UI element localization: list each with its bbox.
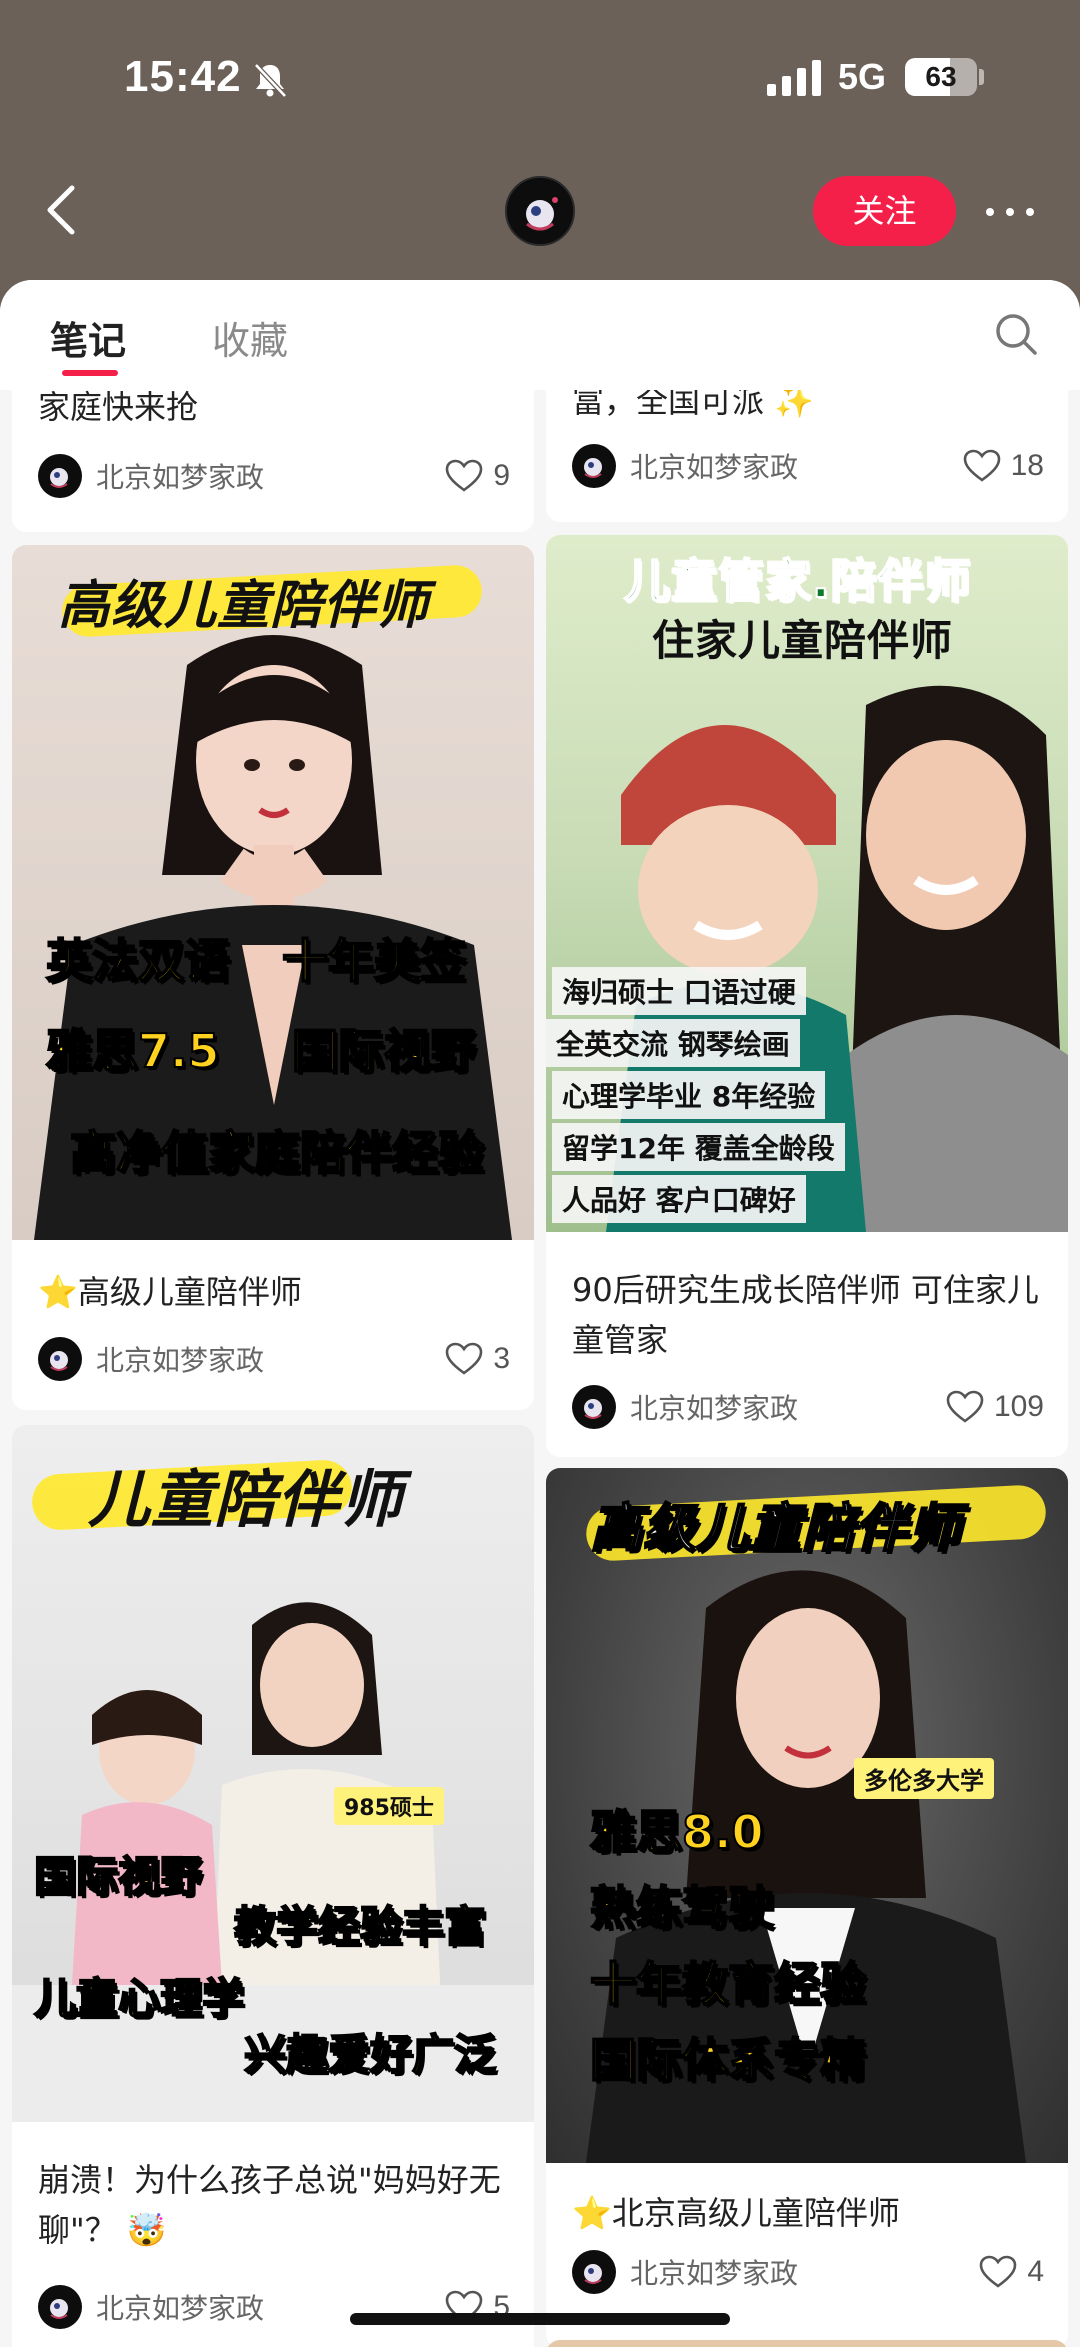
author-name: 北京如梦家政 bbox=[96, 2292, 265, 2325]
heart-icon bbox=[446, 1342, 483, 1375]
like-count: 4 bbox=[1027, 2255, 1044, 2288]
brand-logo-icon bbox=[508, 179, 573, 244]
poster-chip: 海归硕士 口语过硬 bbox=[552, 967, 806, 1015]
network-type: 5G bbox=[838, 56, 887, 97]
poster-chip: 留学12年 覆盖全龄段 bbox=[552, 1123, 845, 1171]
note-cover-image: 高级儿童陪伴师 英法双语 十年美签 雅思7.5 国际视野 高净值家庭陪伴经验 bbox=[12, 545, 534, 1240]
like-group[interactable]: 3 bbox=[445, 1335, 510, 1383]
status-bar: 15:42 5G 63 bbox=[0, 0, 1080, 160]
note-title: ⭐北京高级儿童陪伴师 bbox=[572, 2194, 900, 2232]
heart-icon bbox=[946, 1390, 984, 1423]
poster-headline: 高级儿童陪伴师 bbox=[58, 576, 430, 636]
note-card[interactable]: 富，全国可派 ✨ 北京如梦家政 18 bbox=[546, 390, 1068, 522]
poster-line: 英法双语 bbox=[45, 933, 231, 989]
author-avatar bbox=[572, 444, 616, 488]
note-cover-image: 儿童陪伴师 985硕士 国际视野 教学经验丰富 儿童心理学 兴趣爱好广泛 bbox=[12, 1425, 534, 2122]
like-count: 109 bbox=[993, 1390, 1044, 1423]
poster-line: 教学经验丰富 bbox=[233, 1901, 487, 1952]
battery-icon: 63 bbox=[905, 58, 977, 96]
poster-line: 熟练驾驶 bbox=[589, 1880, 775, 1936]
author-avatar bbox=[572, 1385, 616, 1429]
poster-line: 国际体系专精 bbox=[589, 2032, 867, 2088]
tab-notes[interactable]: 笔记 bbox=[50, 310, 126, 365]
poster-headline: 儿童管家.陪伴师 bbox=[623, 553, 972, 609]
status-time: 15:42 bbox=[124, 52, 242, 101]
note-author[interactable]: 北京如梦家政 bbox=[38, 1335, 264, 1383]
note-title: 家庭快来抢 bbox=[38, 390, 199, 426]
poster-line: 兴趣爱好广泛 bbox=[243, 2029, 497, 2080]
author-name: 北京如梦家政 bbox=[96, 461, 265, 494]
like-count: 18 bbox=[1010, 449, 1044, 482]
signal-icon bbox=[767, 60, 821, 96]
poster-chip: 人品好 客户口碑好 bbox=[552, 1175, 806, 1223]
author-avatar bbox=[38, 454, 82, 498]
note-author[interactable]: 北京如梦家政 bbox=[38, 2283, 264, 2331]
poster-line: 高净值家庭陪伴经验 bbox=[69, 1125, 485, 1181]
like-group[interactable]: 109 bbox=[946, 1383, 1044, 1431]
poster-line: 国际视野 bbox=[33, 1851, 203, 1902]
author-name: 北京如梦家政 bbox=[630, 1392, 799, 1425]
author-name: 北京如梦家政 bbox=[96, 1344, 265, 1377]
author-name: 北京如梦家政 bbox=[630, 451, 799, 484]
like-count: 3 bbox=[493, 1342, 510, 1375]
poster-headline: 儿童陪伴师 bbox=[88, 1463, 404, 1536]
note-card[interactable]: 高级儿童陪伴师 英法双语 十年美签 雅思7.5 国际视野 高净值家庭陪伴经验 ⭐… bbox=[12, 545, 534, 1410]
notes-feed[interactable]: 家庭快来抢 北京如梦家政 9 富，全国可派 ✨ 北京如梦家政 18 高级儿童陪伴… bbox=[0, 390, 1080, 2347]
poster-line: 雅思7.5 bbox=[45, 1023, 220, 1079]
poster-subheadline: 住家儿童陪伴师 bbox=[652, 616, 954, 665]
poster-line: 国际视野 bbox=[291, 1023, 477, 1079]
note-author[interactable]: 北京如梦家政 bbox=[572, 1383, 798, 1431]
content-sheet: 笔记 收藏 家庭快来抢 北京如梦家政 9 富，全国可派 ✨ 北京如梦家政 18 … bbox=[0, 280, 1080, 2347]
author-name: 北京如梦家政 bbox=[630, 2257, 799, 2290]
more-options-icon[interactable] bbox=[980, 200, 1040, 224]
note-cover-image: 儿童管家.陪伴师 住家儿童陪伴师 海归硕士 口语过硬 全英交流 钢琴绘画 心理学… bbox=[546, 535, 1068, 1232]
tab-bar: 笔记 收藏 bbox=[0, 280, 1080, 390]
note-title: 富，全国可派 ✨ bbox=[572, 390, 815, 420]
note-card[interactable]: 家庭快来抢 北京如梦家政 9 bbox=[12, 390, 534, 532]
note-title: ⭐高级儿童陪伴师 bbox=[38, 1273, 302, 1311]
poster-badge: 多伦多大学 bbox=[854, 1758, 994, 1799]
poster-line: 十年教育经验 bbox=[589, 1956, 867, 2012]
note-author[interactable]: 北京如梦家政 bbox=[572, 2248, 798, 2296]
like-group[interactable]: 4 bbox=[979, 2248, 1044, 2296]
home-indicator[interactable] bbox=[350, 2313, 730, 2325]
like-count: 9 bbox=[493, 459, 510, 492]
note-author[interactable]: 北京如梦家政 bbox=[572, 442, 798, 490]
note-card[interactable] bbox=[546, 2340, 1068, 2347]
profile-avatar[interactable] bbox=[505, 176, 575, 246]
note-card[interactable]: 高级儿童陪伴师 多伦多大学 雅思8.0 熟练驾驶 十年教育经验 国际体系专精 ⭐… bbox=[546, 1468, 1068, 2347]
poster-chip: 全英交流 钢琴绘画 bbox=[546, 1019, 800, 1067]
poster-badge: 985硕士 bbox=[334, 1787, 444, 1825]
poster-line: 儿童心理学 bbox=[33, 1973, 245, 2024]
follow-button[interactable]: 关注 bbox=[813, 176, 956, 246]
author-avatar bbox=[38, 2285, 82, 2329]
poster-headline: 高级儿童陪伴师 bbox=[589, 1498, 962, 1560]
note-card[interactable]: 儿童管家.陪伴师 住家儿童陪伴师 海归硕士 口语过硬 全英交流 钢琴绘画 心理学… bbox=[546, 535, 1068, 1457]
back-arrow-icon[interactable] bbox=[38, 180, 88, 240]
tab-collections[interactable]: 收藏 bbox=[212, 310, 288, 365]
poster-line: 十年美签 bbox=[281, 933, 467, 989]
note-title: 崩溃！为什么孩子总说"妈妈好无聊"？ 🤯 bbox=[38, 2161, 501, 2249]
note-cover-image: 高级儿童陪伴师 多伦多大学 雅思8.0 熟练驾驶 十年教育经验 国际体系专精 bbox=[546, 1468, 1068, 2163]
note-title: 90后研究生成长陪伴师 可住家儿童管家 bbox=[572, 1271, 1039, 1359]
profile-notes-screen: 15:42 5G 63 关注 笔记 收藏 家庭快来抢 北京如梦家政 9 富，全国… bbox=[0, 0, 1080, 2347]
bell-muted-icon bbox=[254, 63, 287, 98]
search-icon[interactable] bbox=[992, 310, 1040, 358]
heart-icon bbox=[963, 449, 1000, 482]
author-avatar bbox=[572, 2250, 616, 2294]
battery-level: 63 bbox=[925, 61, 957, 92]
heart-icon bbox=[446, 459, 483, 492]
author-avatar bbox=[38, 1337, 82, 1381]
like-group[interactable]: 9 bbox=[445, 452, 510, 500]
poster-line: 雅思8.0 bbox=[589, 1804, 764, 1860]
heart-icon bbox=[980, 2255, 1017, 2288]
like-group[interactable]: 18 bbox=[963, 442, 1044, 490]
note-author[interactable]: 北京如梦家政 bbox=[38, 452, 264, 500]
poster-chip: 心理学毕业 8年经验 bbox=[552, 1071, 826, 1119]
active-tab-indicator bbox=[62, 370, 118, 376]
battery-cap bbox=[979, 69, 984, 85]
note-card[interactable]: 儿童陪伴师 985硕士 国际视野 教学经验丰富 儿童心理学 兴趣爱好广泛 崩溃！… bbox=[12, 1425, 534, 2347]
